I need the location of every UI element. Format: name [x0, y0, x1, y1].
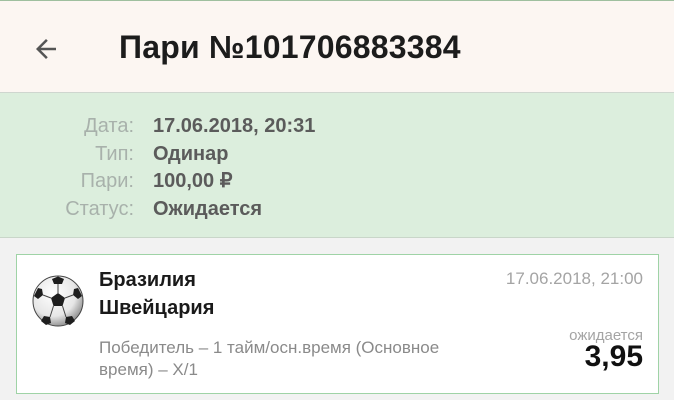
summary-row-date: Дата: 17.06.2018, 20:31: [0, 112, 674, 140]
summary-value: 17.06.2018, 20:31: [153, 115, 316, 137]
bet-market: Победитель – 1 тайм/осн.время (Основное …: [99, 338, 440, 379]
page-title: Пари №101706883384: [119, 29, 461, 65]
summary-label: Дата:: [84, 115, 134, 137]
team-home: Бразилия: [99, 269, 196, 291]
summary-label: Тип:: [95, 143, 134, 165]
app-bar: Пари №101706883384: [0, 0, 674, 93]
event-datetime: 17.06.2018, 21:00: [505, 269, 643, 288]
team-away: Швейцария: [99, 297, 215, 319]
summary-value: 100,00 ₽: [153, 170, 233, 192]
summary-label: Пари:: [80, 170, 134, 192]
summary-value: Одинар: [153, 143, 229, 165]
summary-value: Ожидается: [153, 198, 263, 220]
summary-label: Статус:: [65, 198, 134, 220]
bet-summary: Дата: 17.06.2018, 20:31 Тип: Одинар Пари…: [0, 93, 674, 238]
bet-odds: 3,95: [584, 340, 643, 373]
summary-row-status: Статус: Ожидается: [0, 195, 674, 223]
arrow-left-icon[interactable]: [31, 34, 61, 64]
back-button[interactable]: [26, 29, 66, 69]
bet-event-card[interactable]: Бразилия Швейцария 17.06.2018, 21:00 Поб…: [16, 254, 659, 394]
summary-row-stake: Пари: 100,00 ₽: [0, 167, 674, 195]
soccer-ball-icon: [32, 275, 84, 327]
summary-row-type: Тип: Одинар: [0, 140, 674, 168]
